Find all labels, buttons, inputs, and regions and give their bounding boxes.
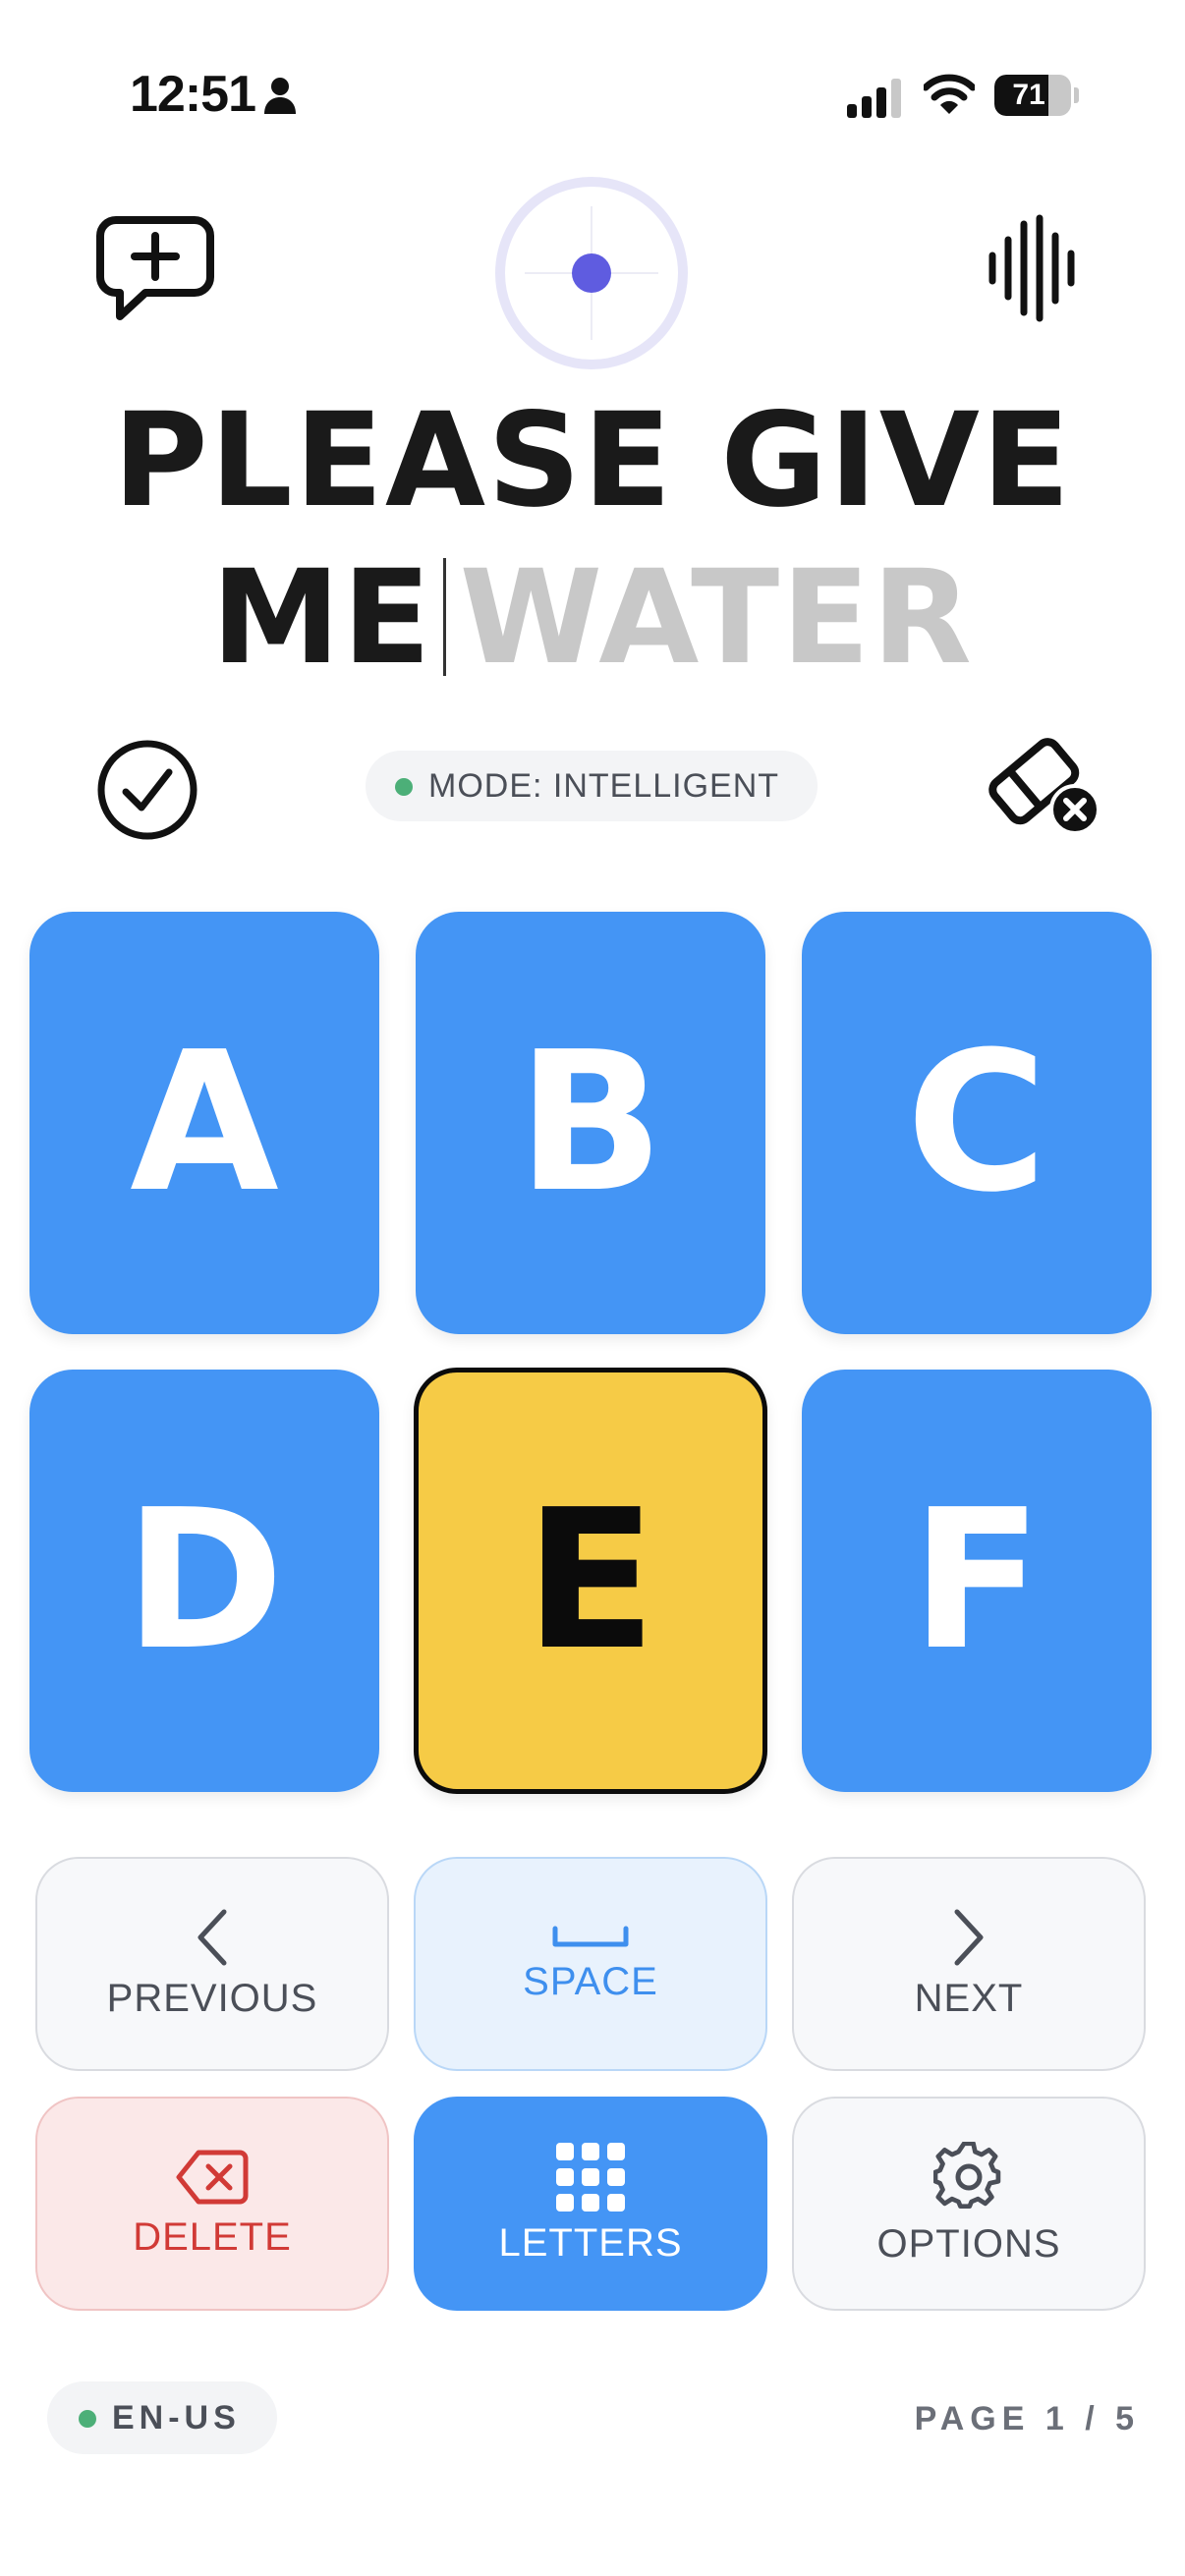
backspace-icon bbox=[176, 2150, 249, 2204]
wifi-icon bbox=[924, 74, 975, 114]
target-dot bbox=[572, 253, 611, 293]
page-indicator: PAGE 1 / 5 bbox=[914, 2400, 1140, 2437]
next-label: NEXT bbox=[914, 1976, 1024, 2020]
letter-key-label: B bbox=[517, 1011, 664, 1235]
options-button[interactable]: OPTIONS bbox=[792, 2097, 1146, 2311]
person-icon bbox=[264, 78, 296, 114]
chevron-left-icon bbox=[198, 1909, 227, 1965]
space-bar-icon bbox=[552, 1926, 629, 1946]
letter-key-label: A bbox=[130, 1011, 279, 1235]
options-label: OPTIONS bbox=[876, 2221, 1061, 2266]
chevron-right-icon bbox=[954, 1909, 984, 1965]
typed-word: ME bbox=[211, 542, 433, 694]
predicted-word[interactable]: WATER bbox=[460, 542, 974, 694]
battery-indicator: 71 bbox=[994, 75, 1079, 116]
letter-key-d[interactable]: D bbox=[29, 1370, 379, 1792]
mode-status-dot bbox=[395, 778, 413, 796]
letter-key-label: D bbox=[124, 1469, 285, 1693]
letter-key-a[interactable]: A bbox=[29, 912, 379, 1334]
letters-button[interactable]: LETTERS bbox=[414, 2097, 767, 2311]
language-label: EN-US bbox=[112, 2399, 241, 2436]
letter-key-c[interactable]: C bbox=[802, 912, 1152, 1334]
letter-key-f[interactable]: F bbox=[802, 1370, 1152, 1792]
letter-key-label: C bbox=[906, 1011, 1047, 1235]
gaze-target[interactable] bbox=[495, 177, 688, 369]
sentence-line-1: PLEASE GIVE bbox=[112, 385, 1073, 536]
language-badge[interactable]: EN-US bbox=[47, 2381, 277, 2454]
space-button[interactable]: SPACE bbox=[414, 1857, 767, 2071]
space-label: SPACE bbox=[523, 1959, 658, 2003]
sentence-line-2: ME WATER bbox=[0, 542, 1185, 694]
next-button[interactable]: NEXT bbox=[792, 1857, 1146, 2071]
check-circle-icon[interactable] bbox=[96, 739, 198, 841]
gear-icon bbox=[933, 2141, 1001, 2209]
letter-key-b[interactable]: B bbox=[416, 912, 765, 1334]
mode-badge[interactable]: MODE: INTELLIGENT bbox=[366, 751, 818, 821]
delete-button[interactable]: DELETE bbox=[35, 2097, 389, 2311]
letter-key-label: F bbox=[911, 1469, 1043, 1693]
language-status-dot bbox=[79, 2410, 96, 2428]
voice-wave-icon[interactable] bbox=[985, 214, 1083, 322]
previous-label: PREVIOUS bbox=[106, 1976, 318, 2020]
new-chat-icon[interactable] bbox=[94, 214, 216, 326]
letter-key-e[interactable]: E bbox=[414, 1368, 767, 1794]
battery-nub bbox=[1074, 87, 1079, 103]
battery-percent: 71 bbox=[1012, 79, 1045, 111]
status-time: 12:51 bbox=[130, 66, 256, 123]
grid-icon bbox=[556, 2142, 625, 2212]
eraser-icon[interactable] bbox=[979, 729, 1102, 837]
mode-label: MODE: INTELLIGENT bbox=[428, 767, 780, 805]
letters-label: LETTERS bbox=[498, 2220, 683, 2265]
delete-label: DELETE bbox=[133, 2214, 292, 2259]
battery-body: 71 bbox=[994, 75, 1071, 116]
previous-button[interactable]: PREVIOUS bbox=[35, 1857, 389, 2071]
letter-key-label: E bbox=[525, 1469, 656, 1693]
text-caret bbox=[442, 558, 446, 676]
signal-icon bbox=[847, 79, 901, 118]
